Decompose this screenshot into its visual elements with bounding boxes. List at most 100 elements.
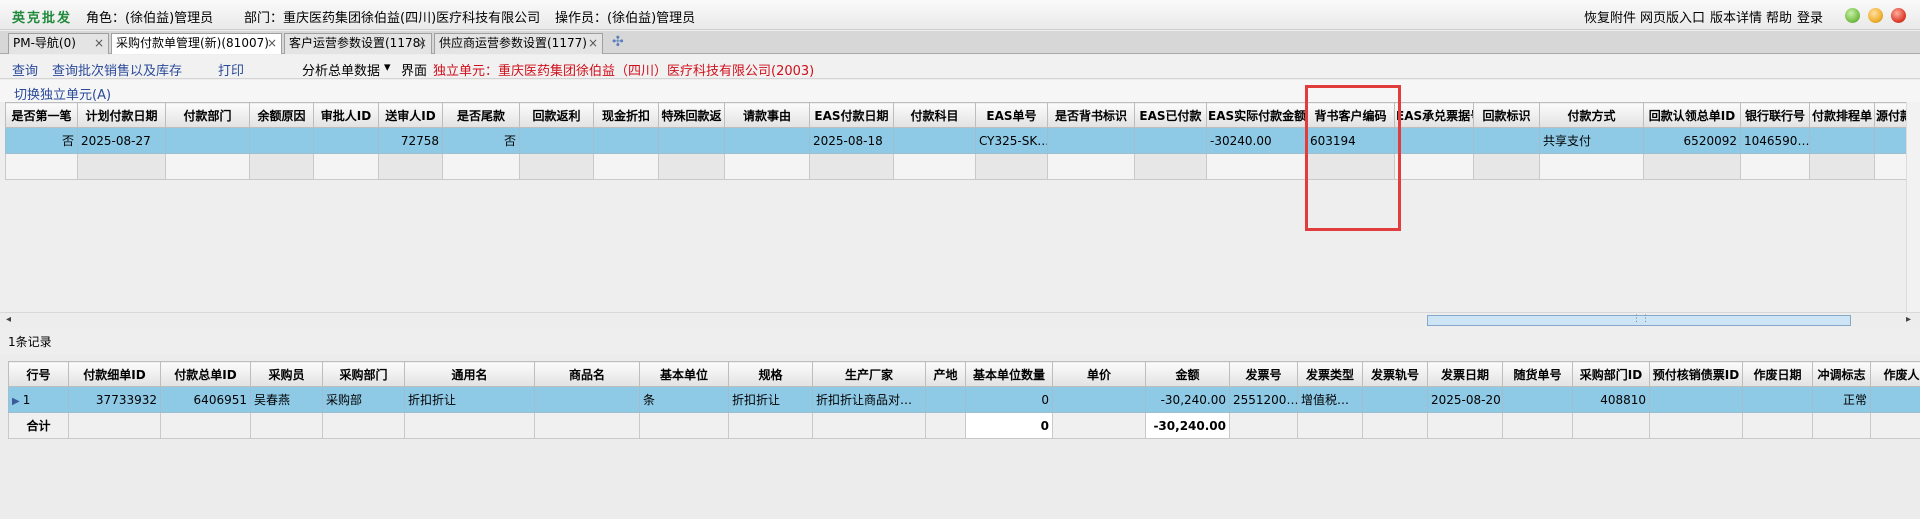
table-cell[interactable] — [378, 153, 443, 180]
minimize-icon[interactable] — [1845, 8, 1860, 23]
table-cell[interactable] — [1742, 386, 1813, 413]
column-header[interactable]: 商品名 — [534, 361, 640, 387]
close-window-icon[interactable] — [1891, 8, 1906, 23]
column-header[interactable]: 产地 — [925, 361, 966, 387]
table-cell[interactable] — [1047, 127, 1135, 154]
column-header[interactable]: 付款排程单 — [1809, 102, 1875, 128]
table-cell[interactable] — [1643, 153, 1741, 180]
column-header[interactable]: 随货单号 — [1502, 361, 1573, 387]
table-cell[interactable] — [593, 153, 659, 180]
table-cell[interactable] — [1394, 127, 1474, 154]
table-cell[interactable] — [893, 153, 976, 180]
column-header[interactable]: 通用名 — [404, 361, 535, 387]
table-cell[interactable] — [1740, 153, 1810, 180]
column-header[interactable]: EAS已付款 — [1134, 102, 1207, 128]
column-header[interactable]: EAS付款日期 — [809, 102, 894, 128]
table-cell[interactable]: 6406951 — [160, 386, 251, 413]
table-cell[interactable] — [1473, 127, 1540, 154]
column-header[interactable]: 付款总单ID — [160, 361, 251, 387]
column-header[interactable]: 发票轨号 — [1362, 361, 1428, 387]
column-header[interactable]: 是否第一笔 — [5, 102, 78, 128]
table-cell[interactable]: 条 — [639, 386, 729, 413]
table-cell[interactable] — [1206, 153, 1307, 180]
scroll-left-icon[interactable]: ◂ — [6, 314, 11, 325]
column-header[interactable]: 源付款 — [1874, 102, 1907, 128]
column-header[interactable]: EAS实际付款金额 — [1206, 102, 1307, 128]
table-cell[interactable]: 2551200… — [1229, 386, 1298, 413]
tab-pm-nav[interactable]: PM-导航(0) × — [8, 33, 109, 54]
restore-attachment-link[interactable]: 恢复附件 — [1584, 7, 1636, 26]
table-cell[interactable] — [313, 127, 379, 154]
table-cell[interactable] — [658, 127, 725, 154]
column-header[interactable]: 冲调标志 — [1812, 361, 1871, 387]
table-row[interactable]: 否 2025-08-27 72758 否 2025-08-18 CY325-SK… -302… — [5, 127, 1907, 154]
view-button[interactable]: 界面 — [401, 60, 427, 79]
column-header[interactable]: 规格 — [728, 361, 813, 387]
column-header[interactable]: 回款返利 — [519, 102, 594, 128]
table-cell[interactable] — [975, 153, 1048, 180]
query-batch-button[interactable]: 查询批次销售以及库存 — [52, 60, 182, 79]
table-cell[interactable]: 采购部 — [322, 386, 405, 413]
table-cell[interactable] — [1047, 153, 1135, 180]
column-header[interactable]: 付款科目 — [893, 102, 976, 128]
column-header[interactable]: 采购部门ID — [1572, 361, 1650, 387]
column-header[interactable]: 银行联行号 — [1740, 102, 1810, 128]
table-cell[interactable]: 72758 — [378, 127, 443, 154]
table-cell[interactable]: CY325-SK… — [975, 127, 1048, 154]
table-cell[interactable] — [925, 386, 966, 413]
table-cell[interactable] — [519, 153, 594, 180]
table-cell[interactable] — [893, 127, 976, 154]
table-cell[interactable] — [165, 153, 250, 180]
table-cell[interactable]: 增值税… — [1297, 386, 1363, 413]
table-cell[interactable] — [1502, 386, 1573, 413]
table-row-empty[interactable] — [5, 153, 1907, 180]
table-cell[interactable] — [1870, 386, 1920, 413]
column-header[interactable]: 发票类型 — [1297, 361, 1363, 387]
table-cell[interactable]: 2025-08-20 — [1427, 386, 1503, 413]
close-icon[interactable]: × — [417, 34, 427, 53]
table-cell[interactable] — [1394, 153, 1474, 180]
column-header[interactable]: 特殊回款返 — [658, 102, 725, 128]
column-header[interactable]: 作废人 — [1870, 361, 1920, 387]
column-header[interactable]: 作废日期 — [1742, 361, 1813, 387]
table-cell[interactable] — [165, 127, 250, 154]
table-cell[interactable] — [724, 153, 810, 180]
column-header[interactable]: 生产厂家 — [812, 361, 926, 387]
column-header[interactable]: 请款事由 — [724, 102, 810, 128]
column-header[interactable]: 现金折扣 — [593, 102, 659, 128]
table-cell[interactable]: 共享支付 — [1539, 127, 1644, 154]
table-cell[interactable]: 折扣折让 — [404, 386, 535, 413]
table-cell[interactable]: 2025-08-18 — [809, 127, 894, 154]
table-cell[interactable] — [593, 127, 659, 154]
table-cell[interactable]: 吴春燕 — [250, 386, 323, 413]
column-header[interactable]: 是否尾款 — [442, 102, 520, 128]
table-cell[interactable] — [1134, 153, 1207, 180]
table-cell[interactable] — [1134, 127, 1207, 154]
column-header[interactable]: 回款标识 — [1473, 102, 1540, 128]
column-header[interactable]: 是否背书标识 — [1047, 102, 1135, 128]
table-cell[interactable] — [724, 127, 810, 154]
table-cell[interactable]: 37733932 — [68, 386, 161, 413]
maximize-icon[interactable] — [1868, 8, 1883, 23]
column-header[interactable]: 计划付款日期 — [77, 102, 166, 128]
close-icon[interactable]: × — [267, 34, 277, 53]
login-link[interactable]: 登录 — [1797, 7, 1823, 26]
column-header[interactable]: 基本单位 — [639, 361, 729, 387]
column-header[interactable]: EAS单号 — [975, 102, 1048, 128]
help-link[interactable]: 帮助 — [1766, 7, 1792, 26]
add-tab-icon[interactable]: ✣ — [612, 34, 624, 50]
table-cell[interactable] — [249, 153, 314, 180]
table-cell[interactable]: 2025-08-27 — [77, 127, 166, 154]
table-cell[interactable]: 正常 — [1812, 386, 1871, 413]
chevron-down-icon[interactable]: ▾ — [384, 60, 391, 75]
column-header[interactable]: 发票日期 — [1427, 361, 1503, 387]
table-cell[interactable] — [809, 153, 894, 180]
table-cell[interactable] — [519, 127, 594, 154]
column-header[interactable]: 回款认领总单ID — [1643, 102, 1741, 128]
tab-customer-params[interactable]: 客户运营参数设置(1178) × — [284, 33, 432, 54]
web-entry-link[interactable]: 网页版入口 — [1640, 7, 1705, 26]
scroll-thumb[interactable]: ⋮⋮ — [1427, 314, 1851, 326]
column-header[interactable]: 付款部门 — [165, 102, 250, 128]
column-header[interactable]: 余额原因 — [249, 102, 314, 128]
table-cell[interactable]: 1046590… — [1740, 127, 1810, 154]
